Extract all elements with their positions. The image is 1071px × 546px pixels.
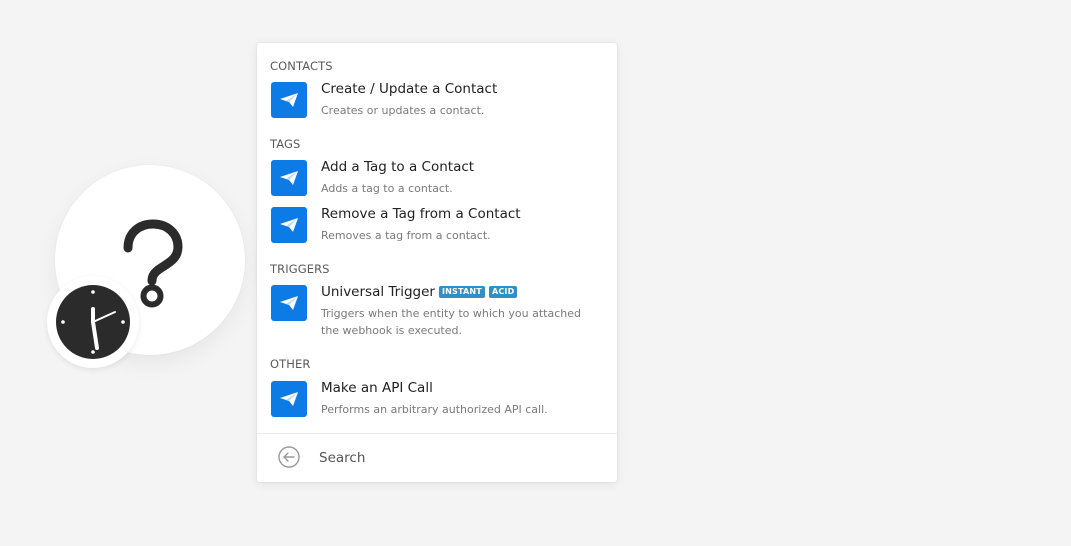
instant-badge: INSTANT [438, 286, 485, 298]
clock-icon [56, 285, 130, 359]
module-description: Triggers when the entity to which you at… [321, 307, 582, 337]
module-item-remove-tag[interactable]: Remove a Tag from a Contact Removes a ta… [257, 206, 617, 251]
module-description: Creates or updates a contact. [321, 104, 485, 117]
picker-footer [257, 433, 617, 482]
module-title: Universal Trigger [321, 284, 435, 300]
module-item-create-update-contact[interactable]: Create / Update a Contact Creates or upd… [257, 81, 617, 126]
module-title: Add a Tag to a Contact [321, 159, 475, 175]
app-icon [271, 207, 307, 243]
module-list: CONTACTS Create / Update a Contact Creat… [257, 43, 617, 433]
section-header-tags: TAGS [270, 137, 301, 151]
section-header-other: OTHER [270, 357, 311, 371]
module-item-add-tag[interactable]: Add a Tag to a Contact Adds a tag to a c… [257, 159, 617, 204]
back-button[interactable] [278, 446, 300, 468]
arrow-left-circle-icon [278, 446, 300, 468]
paper-plane-icon [280, 296, 298, 310]
schedule-badge[interactable] [47, 276, 139, 368]
module-description: Removes a tag from a contact. [321, 229, 491, 242]
section-header-triggers: TRIGGERS [270, 262, 330, 276]
module-item-make-api-call[interactable]: Make an API Call Performs an arbitrary a… [257, 380, 617, 425]
module-title: Make an API Call [321, 380, 433, 396]
paper-plane-icon [280, 93, 298, 107]
app-icon [271, 285, 307, 321]
search-input[interactable] [315, 446, 603, 470]
module-title: Create / Update a Contact [321, 81, 498, 97]
module-picker: CONTACTS Create / Update a Contact Creat… [257, 43, 617, 482]
acid-badge: ACID [488, 286, 518, 298]
section-header-contacts: CONTACTS [270, 59, 333, 73]
app-icon [271, 82, 307, 118]
module-description: Adds a tag to a contact. [321, 182, 453, 195]
module-item-universal-trigger[interactable]: Universal Trigger INSTANT ACID Triggers … [257, 284, 617, 343]
module-title: Remove a Tag from a Contact [321, 206, 521, 222]
app-icon [271, 381, 307, 417]
paper-plane-icon [280, 171, 298, 185]
paper-plane-icon [280, 218, 298, 232]
app-icon [271, 160, 307, 196]
paper-plane-icon [280, 392, 298, 406]
module-description: Performs an arbitrary authorized API cal… [321, 403, 548, 416]
